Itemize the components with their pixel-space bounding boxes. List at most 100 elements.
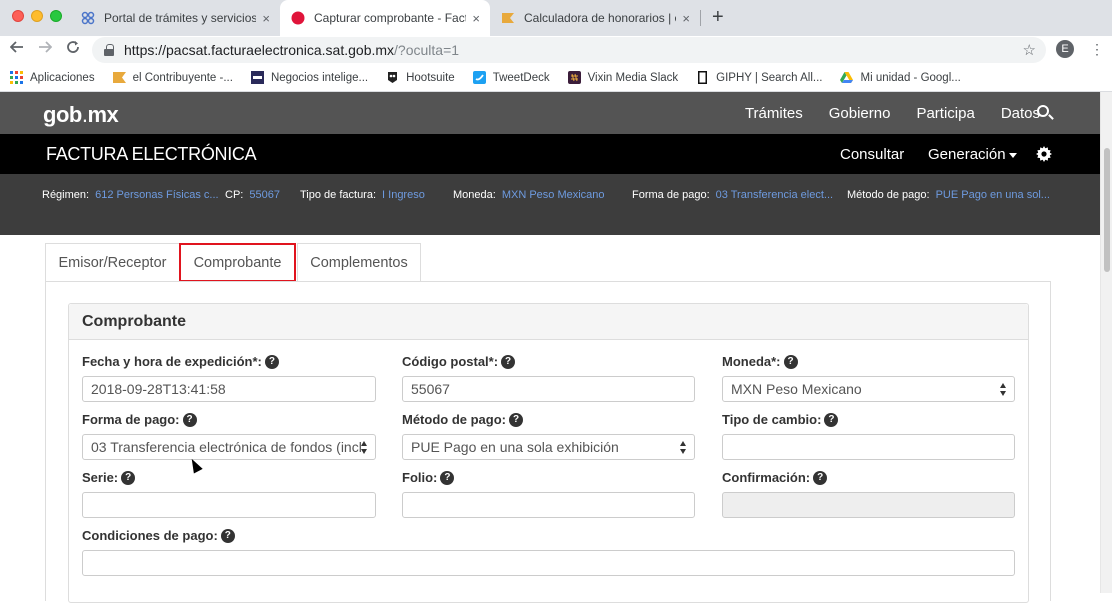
nav-tramites[interactable]: Trámites [745,105,803,122]
gear-icon[interactable] [1036,146,1052,165]
bookmark-aplicaciones[interactable]: Aplicaciones [10,71,95,84]
bookmark-negocios[interactable]: Negocios intelige... [250,71,369,84]
giphy-icon [696,71,709,84]
forma-pago-selected-value: 03 Transferencia electrónica de fondos (… [91,439,362,455]
browser-tab-portal[interactable]: Portal de trámites y servicios - × [70,0,280,36]
bookmark-label: Negocios intelige... [270,71,369,84]
select-arrows-icon [361,441,369,455]
help-icon[interactable]: ? [501,354,516,369]
gob-logo[interactable]: gob.mx [43,102,119,128]
generacion-dropdown[interactable]: Generación [928,146,1017,163]
summary-metodo-pago: Método de pago: PUE Pago en una sol... [847,189,1050,201]
site-logo-icon [250,71,264,84]
page-scrollbar[interactable] [1100,92,1112,593]
tab-title: Capturar comprobante - Factur [314,11,467,25]
apps-grid-icon [10,71,23,84]
help-icon[interactable]: ? [783,354,798,369]
bookmark-flag-icon [112,71,126,84]
bookmark-mi-unidad[interactable]: Mi unidad - Googl... [840,71,961,84]
people-icon [80,10,96,26]
confirmacion-input [722,492,1015,518]
factura-summary-bar: Régimen: 612 Personas Físicas c... CP: 550… [0,174,1100,235]
help-icon[interactable]: ? [509,412,523,427]
help-icon[interactable]: ? [264,354,279,369]
help-icon[interactable]: ? [182,412,197,427]
tab-close-icon[interactable]: × [472,11,480,26]
back-arrow-icon[interactable] [9,40,24,60]
summary-cp: CP: 55067 [225,189,280,201]
browser-tab-calculadora[interactable]: Calculadora de honorarios | el × [490,0,700,36]
window-close-button[interactable] [12,10,24,22]
browser-tab-strip: Portal de trámites y servicios - × Captu… [0,0,1112,36]
owl-icon [386,71,399,84]
codigo-postal-label: Código postal*:? [402,354,516,369]
tab-comprobante[interactable]: Comprobante [179,243,296,282]
browser-tab-capturar[interactable]: Capturar comprobante - Factur × [280,0,490,36]
help-icon[interactable]: ? [220,528,235,543]
nav-datos[interactable]: Datos [1001,105,1040,122]
tab-title: Portal de trámites y servicios - [104,11,257,25]
fecha-input[interactable]: 2018-09-28T13:41:58 [82,376,376,402]
forward-arrow-icon[interactable] [38,40,53,60]
tipo-cambio-input[interactable] [722,434,1015,460]
new-tab-button[interactable]: + [712,7,724,27]
confirmacion-label: Confirmación:? [722,470,828,485]
bookmark-hootsuite[interactable]: Hootsuite [386,71,455,84]
bookmark-label: GIPHY | Search All... [716,71,823,84]
bookmark-star-icon[interactable]: ☆ [1023,41,1036,59]
tab-close-icon[interactable]: × [262,11,270,26]
browser-toolbar: https://pacsat.facturaelectronica.sat.go… [0,36,1112,64]
forma-pago-label: Forma de pago:? [82,412,197,427]
forma-pago-select[interactable]: 03 Transferencia electrónica de fondos (… [82,434,376,460]
gob-header: gob.mx Trámites Gobierno Participa Datos [0,92,1100,134]
serie-input[interactable] [82,492,376,518]
bookmark-giphy[interactable]: GIPHY | Search All... [696,71,822,84]
moneda-label: Moneda*:? [722,354,798,369]
tab-emisor-receptor[interactable]: Emisor/Receptor [45,243,180,281]
tab-close-icon[interactable]: × [682,11,690,26]
bookmark-label: Vixin Media Slack [587,71,679,84]
bookmark-vixin-slack[interactable]: Vixin Media Slack [567,71,679,84]
bookmark-label: TweetDeck [492,71,550,84]
condiciones-pago-input[interactable] [82,550,1015,576]
profile-avatar[interactable]: E [1056,40,1074,58]
help-icon[interactable]: ? [121,470,136,485]
factura-title[interactable]: FACTURA ELECTRÓNICA [46,144,257,165]
codigo-postal-input[interactable]: 55067 [402,376,695,402]
tipo-cambio-label: Tipo de cambio:? [722,412,839,427]
scrollbar-thumb[interactable] [1104,148,1110,272]
red-circle-icon [290,10,306,26]
window-zoom-button[interactable] [50,10,62,22]
metodo-pago-select[interactable]: PUE Pago en una sola exhibición [402,434,695,460]
panel-title: Comprobante [82,313,186,330]
panel-heading: Comprobante [69,304,1028,340]
search-icon[interactable] [1037,105,1049,117]
folio-input[interactable] [402,492,695,518]
tab-complementos[interactable]: Complementos [297,243,421,281]
browser-menu-icon[interactable]: ⋮ [1090,40,1104,58]
serie-label: Serie:? [82,470,136,485]
summary-regimen: Régimen: 612 Personas Físicas c... [42,189,219,201]
slack-icon [567,71,581,84]
help-icon[interactable]: ? [824,412,839,427]
moneda-select[interactable]: MXN Peso Mexicano [722,376,1015,402]
bookmark-label: el Contribuyente -... [132,71,233,84]
help-icon[interactable]: ? [440,470,455,485]
nav-gobierno[interactable]: Gobierno [829,105,891,122]
summary-tipo-factura: Tipo de factura: I Ingreso [300,189,425,201]
metodo-pago-selected-value: PUE Pago en una sola exhibición [411,439,619,455]
tweetdeck-icon [472,71,486,84]
bookmark-tweetdeck[interactable]: TweetDeck [472,71,550,84]
condiciones-pago-label: Condiciones de pago:? [82,528,235,543]
consultar-link[interactable]: Consultar [840,146,904,163]
select-arrows-icon [1000,383,1008,397]
help-icon[interactable]: ? [813,470,828,485]
nav-participa[interactable]: Participa [916,105,974,122]
bookmark-el-contribuyente[interactable]: el Contribuyente -... [112,71,233,84]
address-bar[interactable]: https://pacsat.facturaelectronica.sat.go… [92,37,1046,63]
window-minimize-button[interactable] [31,10,43,22]
tab-separator [700,10,701,26]
reload-icon[interactable] [66,40,80,60]
drive-icon [840,71,854,84]
bookmark-label: Mi unidad - Googl... [860,71,961,84]
